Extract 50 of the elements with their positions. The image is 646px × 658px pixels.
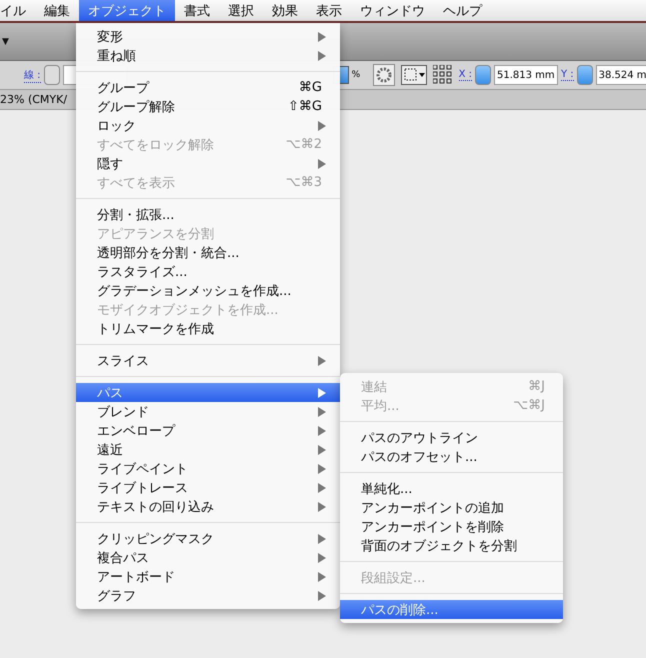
- reference-point-icon[interactable]: [432, 65, 453, 85]
- menu-item[interactable]: トリムマークを作成: [76, 319, 340, 338]
- menu-item[interactable]: グループ解除 ⇧⌘G: [76, 97, 340, 116]
- menu-bar-item[interactable]: 編集: [35, 0, 79, 21]
- menu-item[interactable]: テキストの回り込み: [76, 497, 340, 516]
- menu-item[interactable]: アンカーポイントの追加: [340, 498, 563, 517]
- menu-item[interactable]: パスの削除...: [340, 600, 563, 619]
- menu-bar-item[interactable]: ヘルプ: [434, 0, 491, 21]
- menu-item[interactable]: アートボード: [76, 567, 340, 586]
- menu-bar-item[interactable]: 選択: [219, 0, 263, 21]
- menu-bar-item[interactable]: 書式: [175, 0, 219, 21]
- menu-item[interactable]: グラデーションメッシュを作成...: [76, 281, 340, 300]
- menu-item[interactable]: クリッピングマスク: [76, 529, 340, 548]
- percent-label: %: [352, 70, 362, 80]
- menu-item[interactable]: アンカーポイントを削除: [340, 517, 563, 536]
- menu-item[interactable]: 分割・拡張...: [76, 205, 340, 224]
- menu-item[interactable]: ラスタライズ...: [76, 262, 340, 281]
- menu-item[interactable]: パス: [76, 383, 340, 402]
- menu-item[interactable]: 透明部分を分割・統合...: [76, 243, 340, 262]
- menu-bar-item[interactable]: イル: [0, 0, 35, 21]
- menu-bar-item[interactable]: オブジェクト: [79, 0, 175, 21]
- menu-item[interactable]: グラフ: [76, 586, 340, 605]
- menu-item[interactable]: 背面のオブジェクトを分割: [340, 536, 563, 555]
- transform-icon[interactable]: [400, 65, 427, 85]
- menu-item[interactable]: ライブペイント: [76, 459, 340, 478]
- menu-item[interactable]: ブレンド: [76, 402, 340, 421]
- y-label[interactable]: Y :: [560, 69, 574, 81]
- menu-item[interactable]: ライブトレース: [76, 478, 340, 497]
- document-tab[interactable]: 23% (CMYK/: [0, 93, 68, 106]
- stroke-label[interactable]: 線 :: [24, 68, 41, 82]
- spinner[interactable]: [44, 65, 60, 85]
- menu-bar-item[interactable]: 表示: [307, 0, 351, 21]
- menu-item[interactable]: 複合パス: [76, 548, 340, 567]
- menu-item[interactable]: 隠す: [76, 154, 340, 173]
- menu-item[interactable]: エンベロープ: [76, 421, 340, 440]
- y-input-field[interactable]: 38.524 m: [596, 65, 646, 85]
- menu-item[interactable]: 単純化...: [340, 479, 563, 498]
- menu-bar-item[interactable]: ウィンドウ: [351, 0, 434, 21]
- menu-item[interactable]: パスのオフセット...: [340, 447, 563, 466]
- menu-item[interactable]: パスのアウトライン: [340, 428, 563, 447]
- menu-item[interactable]: スライス: [76, 351, 340, 370]
- x-input-field[interactable]: 51.813 mm: [494, 65, 558, 85]
- menu-item[interactable]: グループ ⌘G: [76, 78, 340, 97]
- menu-item[interactable]: 重ね順: [76, 46, 340, 65]
- menu-item[interactable]: 変形: [76, 27, 340, 46]
- menu-item[interactable]: ロック: [76, 116, 340, 135]
- dropdown-glyph[interactable]: ▼: [2, 36, 9, 46]
- menu-bar-item[interactable]: 効果: [263, 0, 307, 21]
- menu-item[interactable]: 遠近: [76, 440, 340, 459]
- x-label[interactable]: X :: [458, 69, 472, 81]
